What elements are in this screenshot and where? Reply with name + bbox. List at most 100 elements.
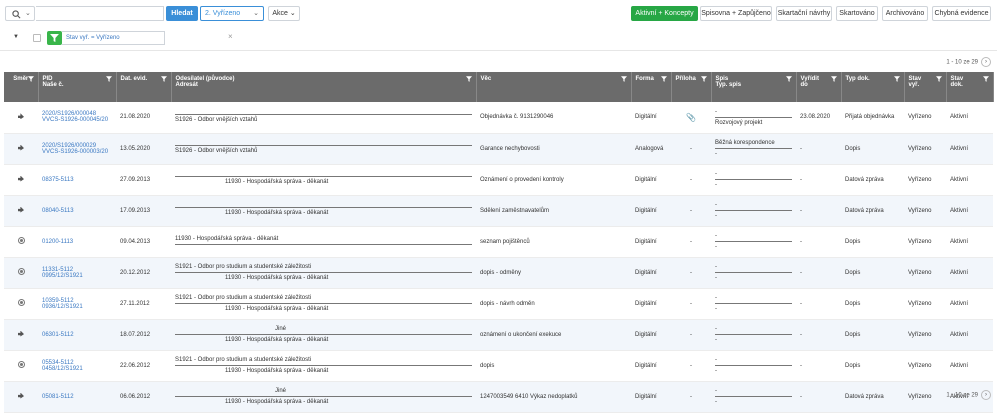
filter-active-button[interactable]: Aktivní + Koncepty [631, 6, 698, 21]
column-header[interactable]: Vyřídit do [796, 72, 842, 102]
our-number[interactable]: VVCS-S1926-000045/20 [42, 117, 112, 123]
date-cell: 18.07.2012 [116, 319, 171, 351]
filter-icon[interactable] [660, 76, 667, 82]
filter-icon[interactable] [620, 76, 627, 82]
file-divider [715, 179, 792, 180]
file-name: - [715, 295, 717, 301]
pid-cell: 05081-5112 [38, 381, 116, 413]
column-header-sublabel: dok. [950, 82, 963, 88]
column-header[interactable]: Dat. evid. [116, 72, 172, 102]
file-type: - [715, 337, 717, 343]
sender: S1921 - Odbor pro studium a studentské z… [175, 295, 312, 301]
table-row[interactable]: 11331-5112 0995/12/S1921 20.12.2012 S1921 -… [4, 257, 993, 289]
file-divider [715, 272, 792, 273]
table-row[interactable]: 2020/S1926/000048 VVCS-S1926-000045/20 21.… [4, 102, 993, 134]
column-header[interactable]: Směr [4, 72, 39, 102]
filter-icon[interactable] [935, 76, 942, 82]
search-input[interactable] [36, 6, 164, 21]
filter-skartacni-button[interactable]: Skartační návrhy [776, 6, 832, 21]
table-row[interactable]: 01200-1113 09.04.2013 11930 - Hospodářská … [4, 226, 993, 258]
pid-link[interactable]: 05081-5112 [42, 394, 112, 400]
table-row[interactable]: 2020/S1926/000029 VVCS-S1926-000003/20 13.… [4, 133, 993, 165]
select-all-checkbox[interactable] [33, 34, 41, 42]
file-type: - [715, 182, 717, 188]
filter-tag[interactable]: Stav vyř. = Vyřízeno [62, 31, 165, 45]
filter-chybna-button[interactable]: Chybná evidence [932, 6, 991, 21]
sender-cell: 11930 - Hospodářská správa - děkanát [171, 164, 476, 196]
column-header[interactable]: PID Naše č. [38, 72, 117, 102]
column-header[interactable]: Odesílatel (původce) Adresát [171, 72, 477, 102]
pid-cell: 11331-5112 0995/12/S1921 [38, 257, 116, 289]
sender-divider [175, 145, 472, 146]
date-cell: 20.12.2012 [116, 257, 171, 289]
column-header-sublabel: vyř. [908, 82, 920, 88]
filter-icon[interactable] [700, 76, 707, 82]
filter-spisovna-button[interactable]: Spisovna + Zapůjčeno [700, 6, 772, 21]
filter-icon[interactable] [160, 76, 167, 82]
doc-status-cell: Aktivní [946, 195, 993, 227]
due-date-cell: 23.08.2020 [796, 102, 841, 134]
chevron-down-icon: ⌄ [25, 10, 31, 17]
pid-link[interactable]: 01200-1113 [42, 239, 112, 245]
our-number[interactable]: 0936/12/S1921 [42, 304, 112, 310]
filter-skartovano-button[interactable]: Skartováno [836, 6, 878, 21]
pid-link[interactable]: 08375-5113 [42, 177, 112, 183]
recipient: 11930 - Hospodářská správa - děkanát [225, 368, 329, 374]
our-number[interactable]: VVCS-S1926-000003/20 [42, 149, 112, 155]
column-header-label: Věc [480, 76, 492, 82]
filter-icon[interactable] [27, 76, 34, 82]
search-button[interactable]: Hledat [166, 6, 198, 21]
pid-link[interactable]: 08040-5113 [42, 208, 112, 214]
table-row[interactable]: 06301-5112 18.07.2012 Jiné 11930 - Hospodář… [4, 319, 993, 351]
column-header[interactable]: Forma [631, 72, 672, 102]
doc-status-cell: Aktivní [946, 350, 993, 382]
search-icon [12, 10, 21, 19]
column-header-sublabel: Naše č. [42, 82, 64, 88]
file-name: - [715, 357, 717, 363]
filter-icon[interactable] [830, 76, 837, 82]
doc-type-cell: Datová zpráva [841, 164, 904, 196]
resolution-status-cell: Vyřízeno [904, 195, 946, 227]
column-header[interactable]: Spis Typ. spis [711, 72, 797, 102]
pid-link[interactable]: 06301-5112 [42, 332, 112, 338]
column-header[interactable]: Stav vyř. [904, 72, 947, 102]
column-header[interactable]: Typ dok. [841, 72, 905, 102]
doc-type-cell: Přijatá objednávka [841, 102, 904, 134]
paperclip-icon[interactable]: 📎 [686, 113, 696, 122]
next-page-icon[interactable]: › [981, 57, 991, 67]
actions-button[interactable]: Akce ⌄ [268, 6, 300, 21]
attachment-cell: - [671, 381, 711, 413]
filter-icon[interactable] [893, 76, 900, 82]
incoming-icon [18, 206, 24, 213]
next-page-icon[interactable]: › [981, 390, 991, 400]
our-number[interactable]: 0995/12/S1921 [42, 273, 112, 279]
filter-icon[interactable] [982, 76, 989, 82]
filter-archivovano-button[interactable]: Archivováno [882, 6, 928, 21]
table-row[interactable]: 08040-5113 17.09.2013 11930 - Hospodářská … [4, 195, 993, 227]
table-row[interactable]: 08375-5113 27.09.2013 11930 - Hospodářská … [4, 164, 993, 196]
recipient: 11930 - Hospodářská správa - děkanát [225, 337, 329, 343]
filter-icon[interactable] [105, 76, 112, 82]
incoming-icon [18, 144, 24, 151]
collapse-caret-icon[interactable]: ▼ [13, 34, 19, 40]
column-header[interactable]: Stav dok. [946, 72, 994, 102]
search-mode-dropdown[interactable]: ⌄ [5, 6, 35, 21]
attachment-cell: - [671, 195, 711, 227]
resolution-status-cell: Vyřízeno [904, 381, 946, 413]
table-row[interactable]: 10359-5112 0936/12/S1921 27.11.2012 S1921 -… [4, 288, 993, 320]
table-row[interactable]: 05534-5112 0458/12/S1921 22.06.2012 S1921 -… [4, 350, 993, 382]
column-header[interactable]: Příloha [671, 72, 712, 102]
doc-type-cell: Dopis [841, 257, 904, 289]
filter-icon[interactable] [465, 76, 472, 82]
subject-cell: oznámení o ukončení exekuce [476, 319, 631, 351]
status-select[interactable]: 2. Vyřízeno ⌄ [200, 6, 264, 21]
clear-filter-icon[interactable]: × [228, 32, 233, 41]
table-row[interactable]: 05081-5112 06.06.2012 Jiné 11930 - Hospodář… [4, 381, 993, 413]
due-date-cell: - [796, 350, 841, 382]
sender-cell: S1926 - Odbor vnějších vztahů [171, 133, 476, 165]
our-number[interactable]: 0458/12/S1921 [42, 366, 112, 372]
recipient: 11930 - Hospodářská správa - děkanát [225, 306, 329, 312]
column-header[interactable]: Věc [476, 72, 632, 102]
filter-icon[interactable] [785, 76, 792, 82]
due-date-cell: - [796, 195, 841, 227]
